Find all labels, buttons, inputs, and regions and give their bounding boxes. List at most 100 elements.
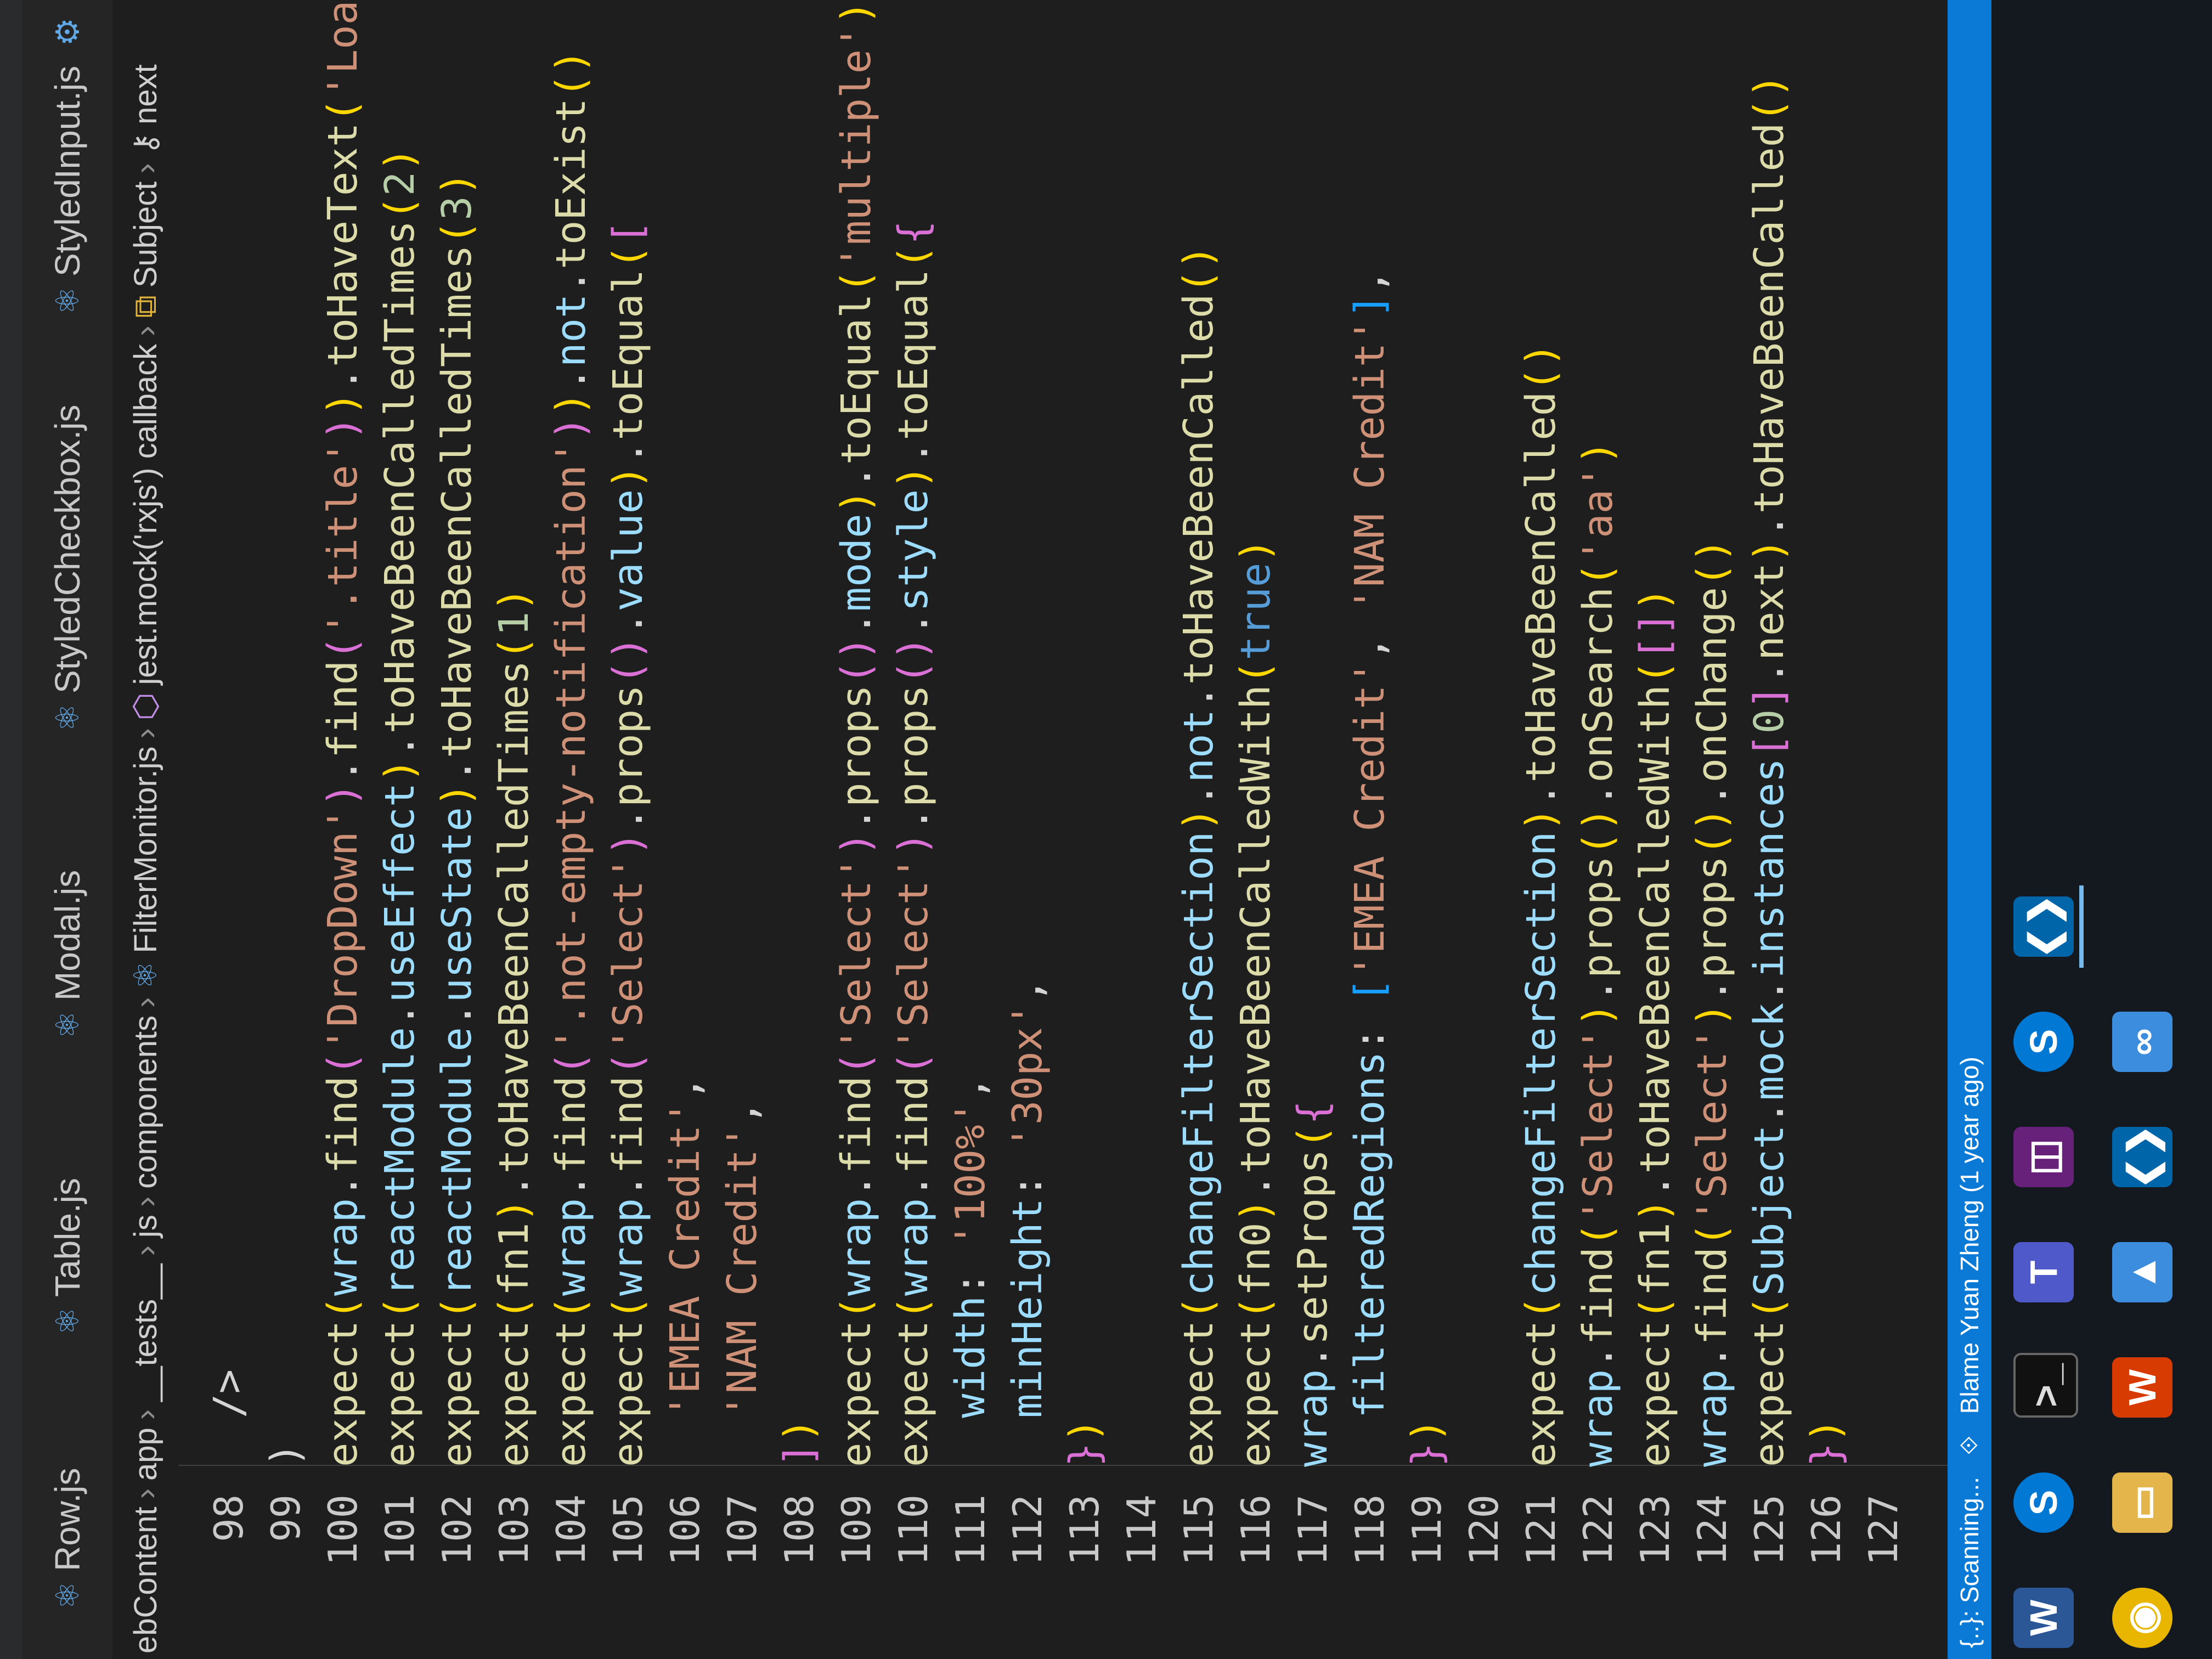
- code-line[interactable]: wrap.find('Select').props().onChange(): [1684, 538, 1741, 1467]
- code-line[interactable]: expect(fn0).toHaveBeenCalledWith(true): [1227, 538, 1284, 1467]
- word-icon[interactable]: W: [2013, 1588, 2074, 1648]
- code-line[interactable]: wrap.find('Select').props().onSearch('aa…: [1570, 441, 1627, 1467]
- code-line[interactable]: expect(changeFilterSection).not.toHaveBe…: [1170, 245, 1227, 1467]
- code-token: toHaveBeenCalledWith: [1232, 685, 1279, 1174]
- code-token: mode: [833, 514, 880, 612]
- file-explorer-icon[interactable]: ▭: [2112, 1472, 2172, 1533]
- code-token: .: [605, 611, 652, 636]
- code-token: 'Select': [1689, 1027, 1736, 1223]
- code-line[interactable]: expect(wrap.find('.not-empty-notificatio…: [543, 49, 600, 1467]
- terminal-icon[interactable]: >_: [2013, 1353, 2078, 1418]
- code-token: ,: [947, 1076, 994, 1101]
- code-token: toEqual: [890, 269, 937, 441]
- code-line[interactable]: ): [257, 1442, 314, 1467]
- tab-styledinput-js[interactable]: ⚛ StyledInput.js: [22, 49, 112, 331]
- code-line[interactable]: expect(reactModule.useState).toHaveBeenC…: [428, 172, 486, 1467]
- code-line[interactable]: expect(Subject.mock.instances[0].next).t…: [1741, 74, 1798, 1467]
- line-number: 125: [1746, 1494, 1792, 1566]
- line-number-gutter: 98 99 100 101 102 103 104 105 106 107 108 109 110 111…: [178, 1478, 1948, 1659]
- code-line[interactable]: expect(wrap.find('Select').props().value…: [600, 221, 657, 1467]
- code-line[interactable]: expect(wrap.find('Select').props().style…: [885, 221, 942, 1467]
- tab-row-js[interactable]: ⚛ Row.js: [22, 1452, 112, 1627]
- line-number: 98: [206, 1494, 252, 1542]
- code-line[interactable]: }): [1798, 1418, 1855, 1467]
- code-token: find: [1689, 1247, 1736, 1345]
- code-token: (): [890, 636, 937, 685]
- vscode-icon[interactable]: ❮❯: [2112, 1125, 2172, 1189]
- breadcrumb-item[interactable]: js: [127, 1215, 164, 1238]
- tab-table-js[interactable]: ⚛ Table.js: [22, 1161, 112, 1352]
- code-token: ): [1403, 1418, 1451, 1443]
- breadcrumb-item[interactable]: jest.mock('rxjs') callback: [127, 344, 164, 685]
- code-token: .: [376, 1002, 424, 1028]
- code-token: filteredRegions: [1346, 1051, 1393, 1418]
- chevron-right-icon: ›: [127, 1245, 163, 1256]
- code-token: (: [833, 269, 880, 294]
- misc-app-icon[interactable]: ∞: [2112, 1012, 2172, 1072]
- code-line[interactable]: expect(fn1).toHaveBeenCalledWith([]): [1627, 587, 1684, 1467]
- code-line[interactable]: filteredRegions: ['EMEA Credit', 'NAM Cr…: [1341, 269, 1398, 1467]
- teams-icon[interactable]: T: [2013, 1242, 2074, 1302]
- code-line[interactable]: minHeight: '30px',: [999, 978, 1056, 1467]
- code-token: wrap: [605, 1198, 652, 1296]
- code-token: (: [376, 1296, 424, 1321]
- line-number: 113: [1062, 1494, 1108, 1566]
- line-number: 118: [1347, 1494, 1393, 1566]
- code-token: expect: [1232, 1320, 1279, 1467]
- code-line[interactable]: ]): [771, 1418, 828, 1467]
- code-line[interactable]: wrap.setProps({: [1284, 1101, 1341, 1467]
- code-line[interactable]: expect(wrap.find('Select').props().mode)…: [828, 1, 885, 1467]
- code-token: ,: [1346, 611, 1393, 661]
- code-token: ): [262, 1442, 309, 1467]
- skype-icon[interactable]: S: [2013, 1012, 2074, 1072]
- code-token: (): [833, 636, 880, 685]
- skype-icon[interactable]: S: [2013, 1472, 2074, 1533]
- git-blame-status[interactable]: Blame Yuan Zheng (1 year ago): [1955, 1057, 1984, 1414]
- code-line[interactable]: expect(fn1).toHaveBeenCalledTimes(1): [486, 587, 543, 1467]
- breadcrumb-item[interactable]: next: [127, 64, 164, 125]
- misc-app-icon[interactable]: ▲: [2112, 1242, 2172, 1302]
- code-line[interactable]: width: '100%',: [942, 1076, 999, 1467]
- code-token: :: [947, 1247, 994, 1296]
- visual-studio-icon[interactable]: ◫: [2013, 1127, 2074, 1187]
- breadcrumb-item[interactable]: components: [127, 1015, 164, 1189]
- code-token: }: [1803, 1442, 1850, 1467]
- code-line[interactable]: expect(changeFilterSection).toHaveBeenCa…: [1513, 343, 1570, 1467]
- breadcrumb-item[interactable]: app: [127, 1427, 164, 1481]
- line-number: 112: [1005, 1494, 1051, 1566]
- code-token: (: [1232, 1296, 1279, 1321]
- chevron-right-icon: ›: [127, 1409, 163, 1420]
- code-line[interactable]: }): [1056, 1418, 1113, 1467]
- code-token: ,: [662, 1076, 709, 1101]
- code-token: .: [490, 1173, 538, 1198]
- code-line[interactable]: expect(wrap.find('DropDown').find('.titl…: [314, 1, 371, 1467]
- office-icon[interactable]: W: [2112, 1357, 2172, 1418]
- breadcrumb-item[interactable]: ebContent: [127, 1506, 164, 1654]
- breadcrumb-item[interactable]: __tests__: [127, 1263, 164, 1402]
- react-icon: ⚛: [49, 286, 86, 315]
- code-token: expect: [1746, 1320, 1793, 1467]
- settings-icon[interactable]: ⚙: [22, 1, 112, 63]
- vscode-icon[interactable]: ❮❯: [2013, 894, 2074, 959]
- code-line[interactable]: />: [200, 1369, 257, 1467]
- code-token: fn0: [1232, 1222, 1279, 1296]
- code-token: (: [833, 1296, 880, 1321]
- code-token: ): [605, 831, 652, 856]
- code-line[interactable]: expect(reactModule.useEffect).toHaveBeen…: [371, 147, 428, 1467]
- breadcrumb-item[interactable]: FilterMonitor.js: [127, 746, 164, 953]
- code-line[interactable]: 'EMEA Credit',: [657, 1076, 714, 1467]
- code-token: ,: [1004, 978, 1051, 1003]
- code-line[interactable]: 'NAM Credit',: [714, 1101, 771, 1467]
- scanning-status[interactable]: {..}: Scanning...: [1955, 1477, 1984, 1648]
- code-token: (): [548, 49, 595, 98]
- breadcrumb-item[interactable]: Subject: [127, 182, 164, 287]
- code-line[interactable]: }): [1398, 1418, 1455, 1467]
- code-editor[interactable]: 98 99 100 101 102 103 104 105 106 107 108 109 110 111…: [178, 0, 1948, 1659]
- tab-styledcheckbox-js[interactable]: ⚛ StyledCheckbox.js: [22, 388, 112, 748]
- code-token: ): [1575, 1002, 1622, 1028]
- code-token: .: [433, 1002, 481, 1028]
- tab-modal-js[interactable]: ⚛ Modal.js: [22, 854, 112, 1056]
- chevron-right-icon: ›: [127, 163, 163, 174]
- code-token: ): [890, 465, 937, 489]
- chrome-icon[interactable]: ◉: [2112, 1588, 2172, 1648]
